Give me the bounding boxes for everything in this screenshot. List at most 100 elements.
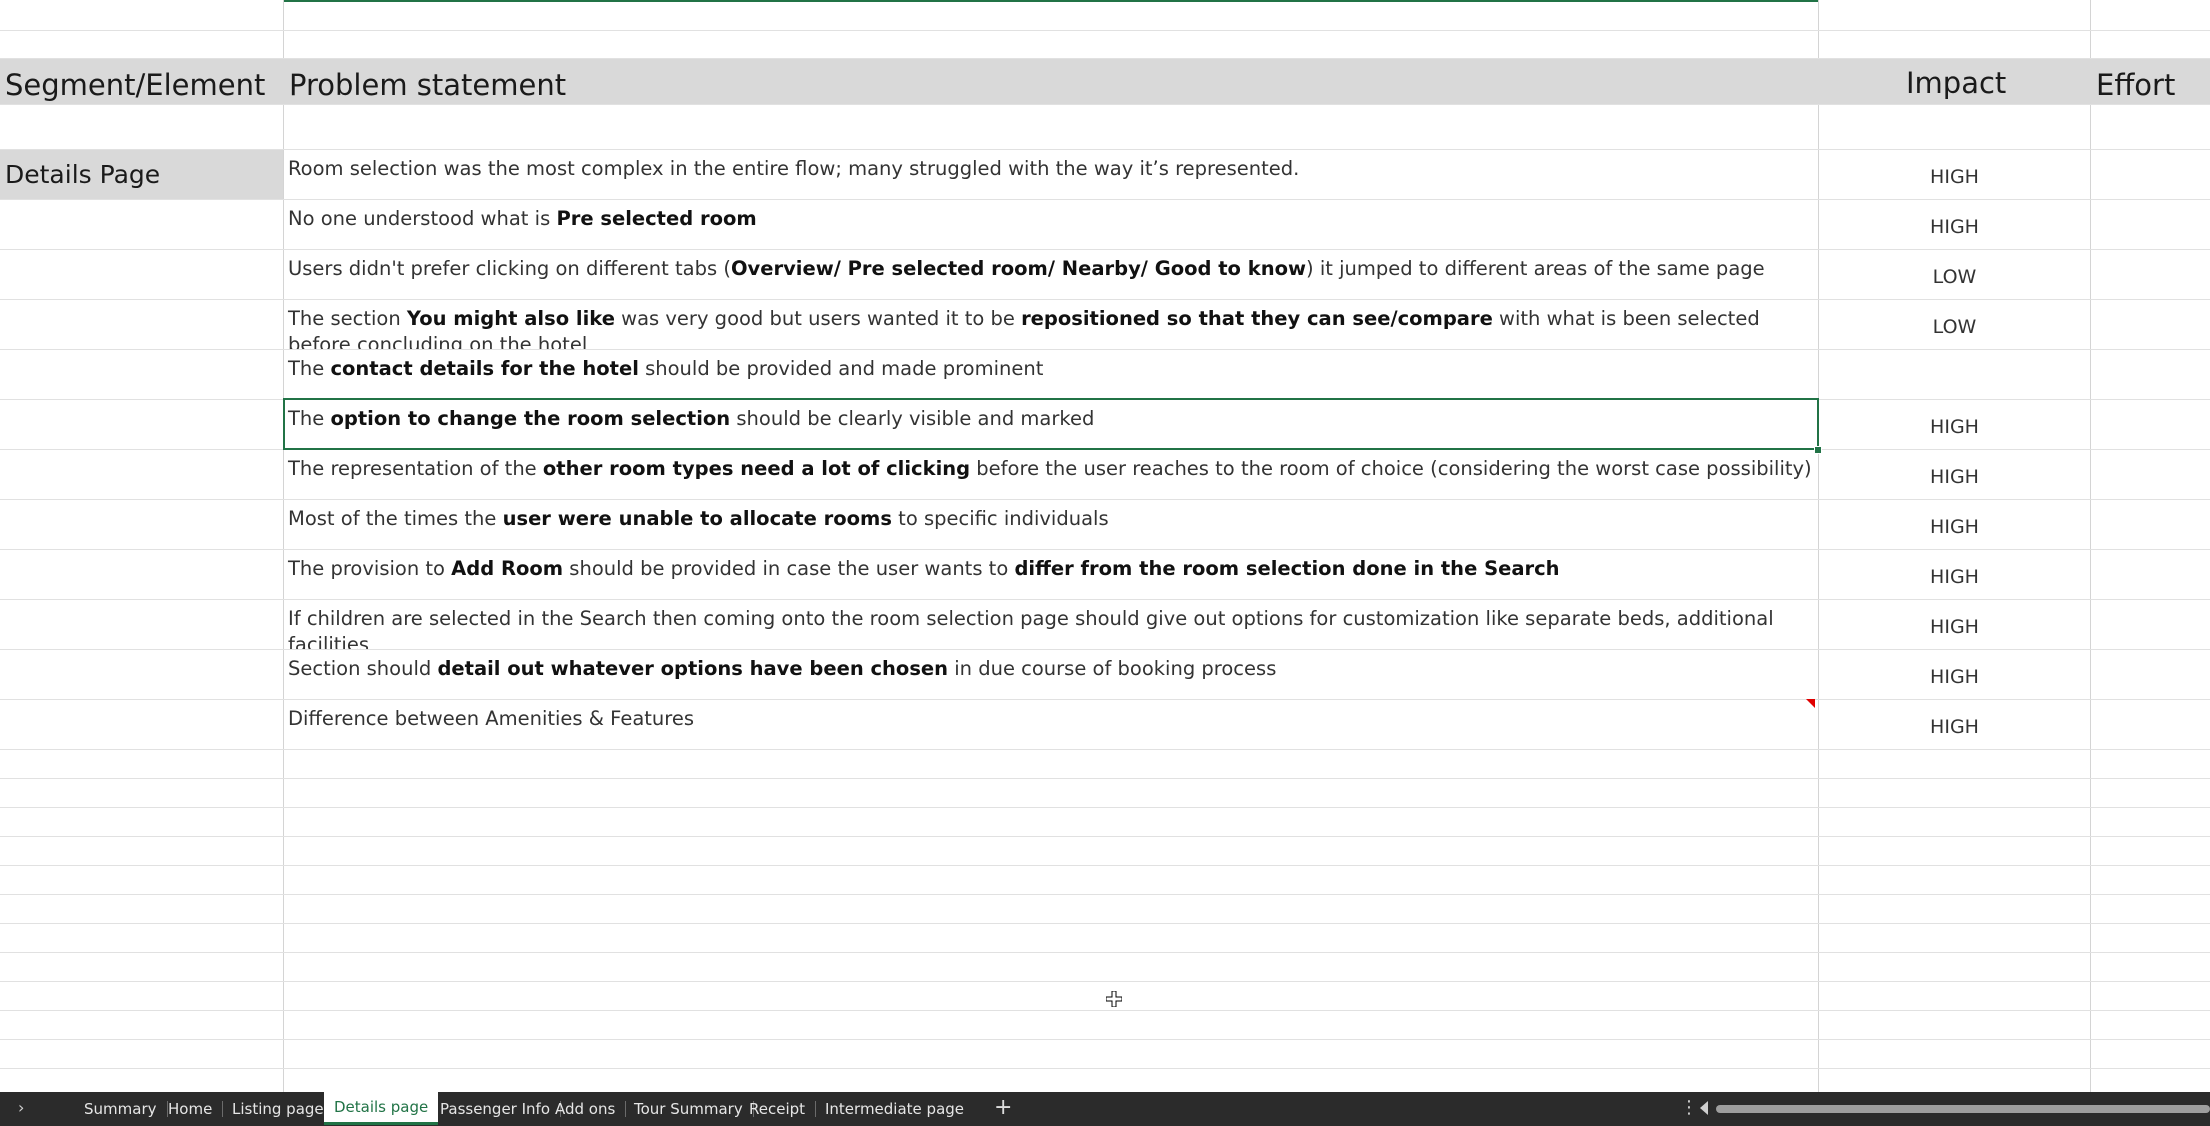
grid-cell[interactable]	[2090, 779, 2210, 807]
grid-row[interactable]	[0, 105, 2210, 150]
grid-row[interactable]	[0, 779, 2210, 808]
comment-indicator[interactable]	[1806, 699, 1815, 708]
sheet-tab-summary[interactable]: Summary	[74, 1092, 167, 1126]
effort-cell[interactable]	[2090, 250, 2210, 299]
grid-row[interactable]	[0, 982, 2210, 1011]
problem-statement-cell[interactable]: Difference between Amenities & Features	[283, 700, 1818, 749]
sheet-tab-home[interactable]: Home	[158, 1092, 224, 1126]
grid-cell[interactable]	[283, 982, 1818, 1010]
grid-cell[interactable]	[2090, 924, 2210, 952]
impact-cell[interactable]: HIGH	[1818, 400, 2090, 449]
grid-cell[interactable]	[0, 837, 283, 865]
impact-cell[interactable]: LOW	[1818, 300, 2090, 349]
grid-row[interactable]	[0, 31, 2210, 59]
grid-cell[interactable]	[283, 837, 1818, 865]
problem-statement-cell[interactable]: Most of the times the user were unable t…	[283, 500, 1818, 549]
problem-statement-cell[interactable]: The provision to Add Room should be prov…	[283, 550, 1818, 599]
impact-cell[interactable]: HIGH	[1818, 450, 2090, 499]
effort-cell[interactable]	[2090, 550, 2210, 599]
sheet-tab-details-page[interactable]: Details page	[324, 1092, 439, 1125]
sheet-tab-tour-summary[interactable]: Tour Summary	[624, 1092, 754, 1126]
problem-statement-cell[interactable]: The section You might also like was very…	[283, 300, 1818, 349]
grid-row[interactable]	[0, 750, 2210, 779]
grid-cell[interactable]	[0, 500, 283, 549]
grid-cell[interactable]	[1818, 750, 2090, 778]
impact-cell[interactable]: HIGH	[1818, 650, 2090, 699]
sheet-tab-add-ons[interactable]: Add ons	[545, 1092, 627, 1126]
table-row[interactable]: Section should detail out whatever optio…	[0, 650, 2210, 700]
grid-cell[interactable]	[1818, 866, 2090, 894]
problem-statement-cell[interactable]: The option to change the room selection …	[283, 400, 1818, 449]
grid-row[interactable]	[0, 837, 2210, 866]
problem-statement-cell[interactable]: Users didn't prefer clicking on differen…	[283, 250, 1818, 299]
table-row[interactable]: The representation of the other room typ…	[0, 450, 2210, 500]
grid-cell[interactable]	[1818, 1040, 2090, 1068]
add-sheet-button[interactable]: +	[994, 1095, 1012, 1120]
grid-cell[interactable]	[1818, 31, 2090, 58]
segment-cell[interactable]: Details Page	[0, 150, 283, 199]
impact-cell[interactable]: HIGH	[1818, 500, 2090, 549]
grid-cell[interactable]	[0, 350, 283, 399]
grid-cell[interactable]	[283, 808, 1818, 836]
grid-cell[interactable]	[283, 953, 1818, 981]
grid-cell[interactable]	[283, 1011, 1818, 1039]
grid-cell[interactable]	[1818, 808, 2090, 836]
table-row[interactable]: No one understood what is Pre selected r…	[0, 200, 2210, 250]
grid-cell[interactable]	[283, 866, 1818, 894]
effort-cell[interactable]	[2090, 350, 2210, 399]
grid-cell[interactable]	[0, 750, 283, 778]
horizontal-scrollbar[interactable]	[1716, 1105, 2210, 1113]
grid-cell[interactable]	[0, 450, 283, 499]
grid-cell[interactable]	[0, 808, 283, 836]
grid-cell[interactable]	[0, 924, 283, 952]
tab-scroll-next-icon[interactable]: ›	[18, 1098, 24, 1117]
grid-row[interactable]	[0, 1069, 2210, 1092]
grid-cell[interactable]	[0, 0, 283, 30]
grid-cell[interactable]	[283, 1040, 1818, 1068]
grid-cell[interactable]	[1818, 105, 2090, 149]
grid-cell[interactable]	[2090, 1040, 2210, 1068]
effort-cell[interactable]	[2090, 150, 2210, 199]
grid-cell[interactable]	[0, 600, 283, 649]
grid-row[interactable]	[0, 895, 2210, 924]
table-row[interactable]: Details Page Room selection was the most …	[0, 150, 2210, 200]
spreadsheet-grid[interactable]: Segment/Element Problem statement Impact…	[0, 0, 2210, 1092]
problem-statement-cell[interactable]: If children are selected in the Search t…	[283, 600, 1818, 649]
grid-cell[interactable]	[0, 700, 283, 749]
effort-cell[interactable]	[2090, 400, 2210, 449]
grid-cell[interactable]	[2090, 953, 2210, 981]
more-options-icon[interactable]: ⋮	[1680, 1097, 1698, 1118]
problem-statement-cell[interactable]: Section should detail out whatever optio…	[283, 650, 1818, 699]
impact-cell[interactable]	[1818, 350, 2090, 399]
grid-cell[interactable]	[2090, 895, 2210, 923]
header-effort-cell[interactable]: Effort	[2090, 59, 2210, 104]
grid-cell[interactable]	[0, 895, 283, 923]
scroll-left-arrow-icon[interactable]	[1700, 1101, 1708, 1115]
grid-cell[interactable]	[283, 924, 1818, 952]
header-impact-cell[interactable]: Impact	[1818, 59, 2090, 104]
grid-cell[interactable]	[0, 105, 283, 149]
grid-cell[interactable]	[1818, 1069, 2090, 1092]
grid-cell[interactable]	[0, 1040, 283, 1068]
table-row[interactable]: If children are selected in the Search t…	[0, 600, 2210, 650]
problem-statement-cell[interactable]: No one understood what is Pre selected r…	[283, 200, 1818, 249]
effort-cell[interactable]	[2090, 200, 2210, 249]
grid-row[interactable]	[0, 866, 2210, 895]
sheet-tab-passenger-info[interactable]: Passenger Info	[430, 1092, 562, 1126]
grid-cell[interactable]	[0, 650, 283, 699]
grid-cell[interactable]	[1818, 953, 2090, 981]
grid-row[interactable]	[0, 808, 2210, 837]
problem-statement-cell[interactable]: The representation of the other room typ…	[283, 450, 1818, 499]
impact-cell[interactable]: HIGH	[1818, 200, 2090, 249]
table-row[interactable]: Difference between Amenities & Features H…	[0, 700, 2210, 750]
grid-cell[interactable]	[1818, 779, 2090, 807]
effort-cell[interactable]	[2090, 600, 2210, 649]
grid-cell[interactable]	[2090, 105, 2210, 149]
grid-cell[interactable]	[2090, 866, 2210, 894]
grid-cell[interactable]	[0, 31, 283, 58]
effort-cell[interactable]	[2090, 500, 2210, 549]
problem-statement-cell[interactable]: Room selection was the most complex in t…	[283, 150, 1818, 199]
header-segment-cell[interactable]: Segment/Element	[0, 59, 283, 104]
grid-cell[interactable]	[0, 779, 283, 807]
grid-cell[interactable]	[283, 0, 1818, 30]
